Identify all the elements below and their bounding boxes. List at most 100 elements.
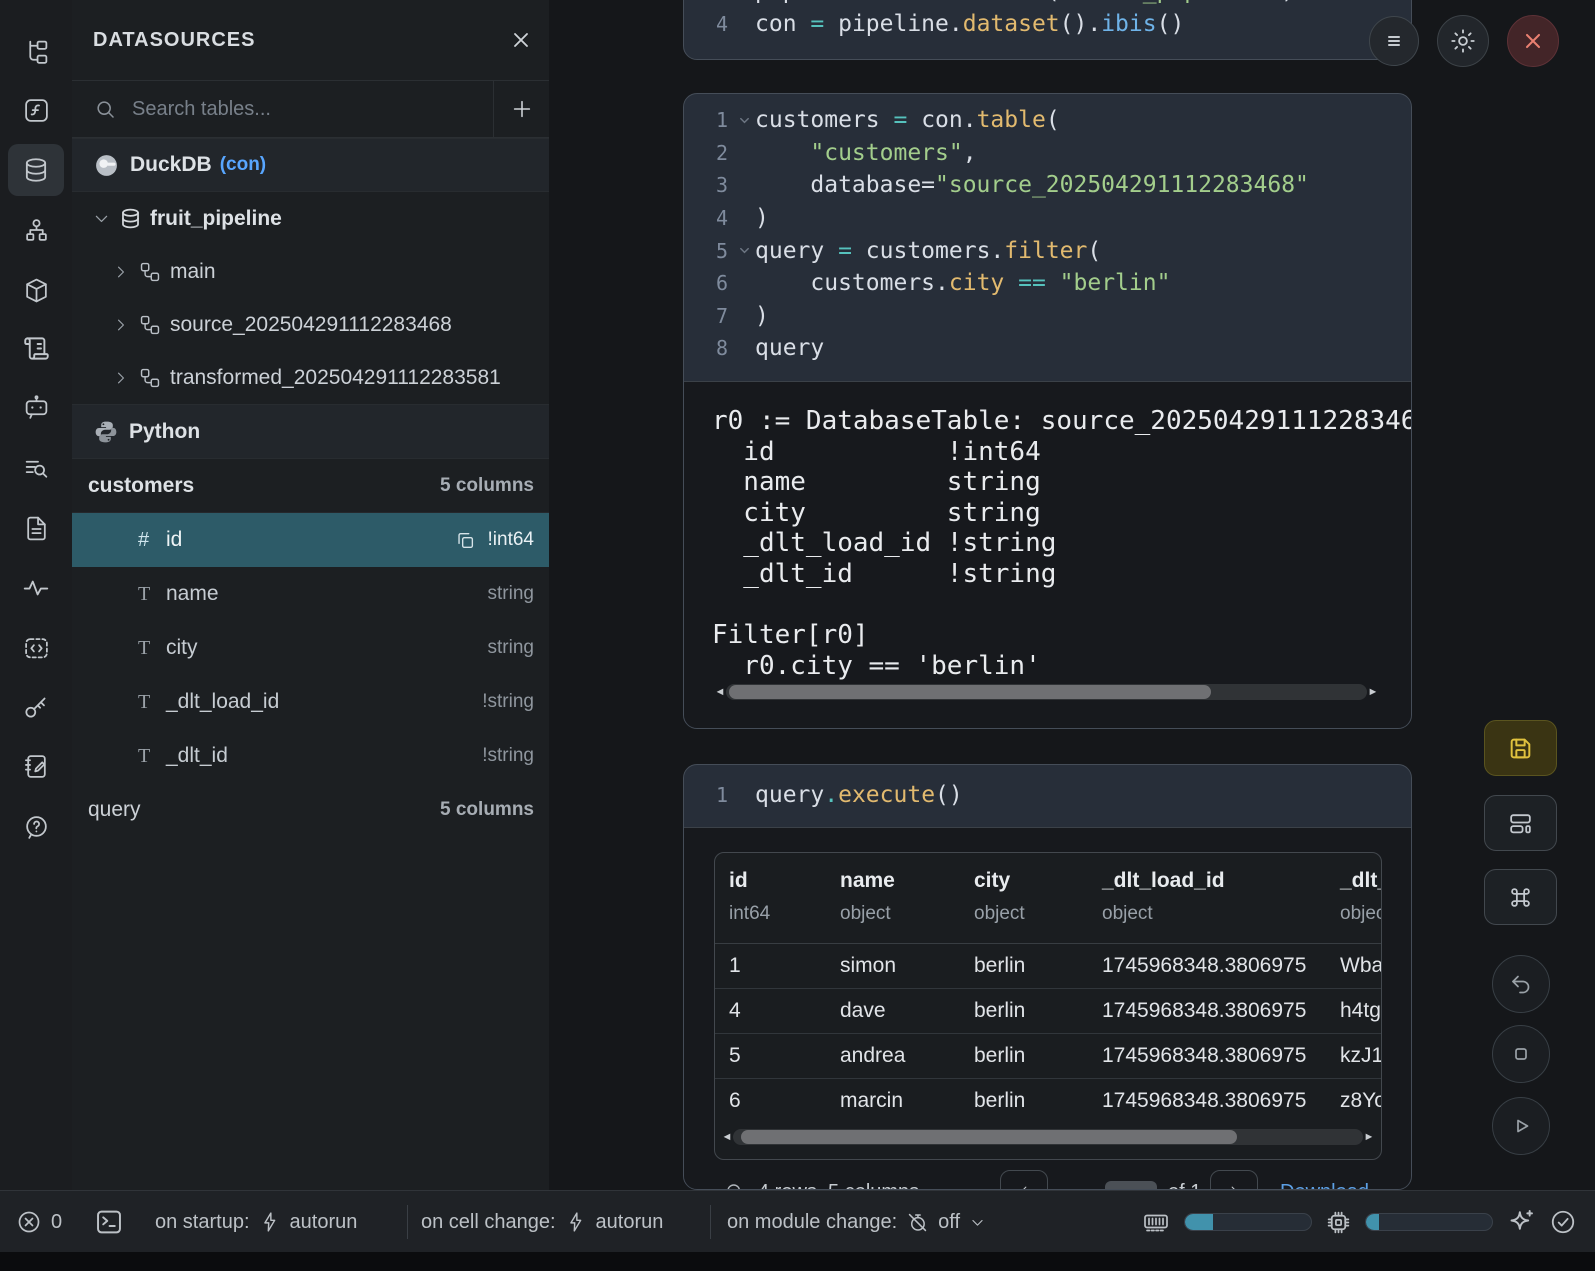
rail-item-snippets[interactable]	[8, 502, 64, 554]
notebook-pencil-icon	[23, 753, 50, 780]
shutdown-button[interactable]	[1507, 15, 1559, 67]
code-cell-1[interactable]: pipeline = dlt.attach("fruit_pipeline")4…	[683, 0, 1412, 60]
cell3-editor[interactable]: 1query.execute()	[684, 765, 1411, 812]
table-column-header-_dlt_id[interactable]: _dlt_idobject	[1326, 853, 1382, 943]
code-line[interactable]: 4con = pipeline.dataset().ibis()	[684, 8, 1411, 41]
output-hscrollbar[interactable]: ◄ ►	[714, 684, 1379, 700]
next-page-button[interactable]	[1210, 1170, 1258, 1190]
table-column-header-_dlt_load_id[interactable]: _dlt_load_idobject	[1088, 853, 1326, 943]
table-search-icon[interactable]	[724, 1170, 746, 1190]
fold-indicator[interactable]	[733, 114, 755, 127]
code-cell-3[interactable]: 1query.execute() idint64nameobjectcityob…	[683, 764, 1412, 1190]
scroll-right-arrow[interactable]: ►	[1367, 684, 1379, 700]
tree-item-schema[interactable]: source_202504291112283468	[72, 298, 549, 351]
on-cell-change-setting[interactable]: on cell change: autorun	[421, 1191, 663, 1253]
code-line[interactable]: 7)	[684, 300, 1411, 333]
search-box[interactable]	[72, 81, 493, 137]
cell-menu-button[interactable]	[1369, 16, 1419, 66]
connected-check-icon[interactable]	[1549, 1208, 1577, 1236]
column-row-id[interactable]: #id!int64	[72, 513, 549, 567]
code-line[interactable]: 1query.execute()	[684, 779, 1411, 812]
ai-sparkle-icon[interactable]	[1506, 1207, 1536, 1237]
cpu-meter[interactable]	[1365, 1213, 1493, 1231]
rail-item-code-cell[interactable]	[8, 622, 64, 674]
table-column-header-name[interactable]: nameobject	[826, 853, 960, 943]
page-size-select[interactable]	[1105, 1170, 1157, 1190]
rail-item-packages[interactable]	[8, 264, 64, 316]
on-startup-setting[interactable]: on startup: autorun	[155, 1191, 357, 1253]
code-line[interactable]: 6 customers.city == "berlin"	[684, 267, 1411, 300]
code-line[interactable]: 5query = customers.filter(	[684, 234, 1411, 267]
tree-item-database[interactable]: fruit_pipeline	[72, 192, 549, 245]
rail-item-tracing[interactable]	[8, 562, 64, 614]
command-palette-button[interactable]	[1484, 869, 1557, 925]
table-header-customers[interactable]: customers 5 columns	[72, 459, 549, 513]
code-text: "customers",	[755, 140, 977, 166]
table-header-query[interactable]: query 5 columns	[72, 783, 549, 836]
rail-item-ai-chat[interactable]	[8, 381, 64, 433]
scrollbar-track[interactable]	[726, 684, 1367, 700]
settings-button[interactable]	[1437, 15, 1489, 67]
section-python[interactable]: Python	[72, 404, 549, 459]
download-link[interactable]: Download	[1280, 1170, 1390, 1190]
table-cell: 1745968348.3806975	[1088, 1089, 1326, 1113]
chevron-right-icon[interactable]	[112, 263, 130, 281]
scroll-left-arrow[interactable]: ◄	[714, 684, 726, 700]
table-hscrollbar[interactable]: ◄ ►	[721, 1129, 1375, 1145]
rail-item-logs[interactable]	[8, 322, 64, 374]
code-line[interactable]: 4)	[684, 202, 1411, 235]
layout-grid-icon	[1507, 810, 1534, 837]
table-column-header-id[interactable]: idint64	[715, 853, 826, 943]
code-line[interactable]: 2 "customers",	[684, 137, 1411, 170]
column-row-city[interactable]: Tcitystring	[72, 621, 549, 675]
cell1-editor[interactable]: pipeline = dlt.attach("fruit_pipeline")4…	[684, 0, 1411, 40]
cell2-editor[interactable]: 1customers = con.table(2 "customers",3 d…	[684, 94, 1411, 365]
rail-item-help[interactable]	[8, 801, 64, 853]
code-line[interactable]: 8query	[684, 332, 1411, 365]
connection-row-duckdb[interactable]: DuckDB (con)	[72, 138, 549, 192]
rail-item-function[interactable]	[8, 84, 64, 136]
code-line[interactable]: pipeline = dlt.attach("fruit_pipeline")	[684, 0, 1411, 8]
rail-item-database[interactable]	[8, 144, 64, 196]
add-datasource-button[interactable]	[493, 81, 549, 137]
run-button[interactable]	[1492, 1097, 1550, 1155]
search-icon	[94, 98, 117, 121]
chevron-down-icon[interactable]	[92, 209, 111, 228]
rail-item-table-of-contents[interactable]	[8, 442, 64, 494]
table-column-header-city[interactable]: cityobject	[960, 853, 1088, 943]
fold-indicator[interactable]	[733, 244, 755, 257]
code-line[interactable]: 3 database="source_202504291112283468"	[684, 169, 1411, 202]
rail-item-dependencies[interactable]	[8, 204, 64, 256]
column-row-_dlt_load_id[interactable]: T_dlt_load_id!string	[72, 675, 549, 729]
copy-icon[interactable]	[455, 530, 476, 551]
scroll-left-arrow[interactable]: ◄	[721, 1129, 733, 1145]
column-row-_dlt_id[interactable]: T_dlt_id!string	[72, 729, 549, 783]
scrollbar-thumb[interactable]	[729, 685, 1211, 699]
tree-item-schema[interactable]: main	[72, 245, 549, 298]
scrollbar-track[interactable]	[733, 1129, 1363, 1145]
tree-item-schema[interactable]: transformed_202504291112283581	[72, 351, 549, 404]
search-input[interactable]	[130, 97, 434, 122]
chevron-right-icon[interactable]	[112, 316, 130, 334]
rail-item-secrets[interactable]	[8, 681, 64, 733]
prev-page-button[interactable]	[1000, 1170, 1048, 1190]
undo-button[interactable]	[1492, 955, 1550, 1013]
column-row-name[interactable]: Tnamestring	[72, 567, 549, 621]
error-indicator[interactable]: 0	[16, 1191, 62, 1253]
package-cube-icon	[23, 277, 50, 304]
rail-item-scratchpad[interactable]	[8, 740, 64, 792]
scroll-right-arrow[interactable]: ►	[1363, 1129, 1375, 1145]
memory-meter[interactable]	[1184, 1213, 1312, 1231]
code-line[interactable]: 1customers = con.table(	[684, 104, 1411, 137]
layout-toggle-button[interactable]	[1484, 795, 1557, 851]
stop-button[interactable]	[1492, 1025, 1550, 1083]
command-icon	[1507, 884, 1534, 911]
code-cell-2[interactable]: 1customers = con.table(2 "customers",3 d…	[683, 93, 1412, 729]
terminal-button[interactable]	[94, 1191, 124, 1253]
close-panel-icon[interactable]	[509, 28, 533, 52]
scrollbar-thumb[interactable]	[741, 1130, 1237, 1144]
save-button[interactable]	[1484, 720, 1557, 776]
rail-item-file-tree[interactable]	[8, 26, 64, 78]
on-module-change-setting[interactable]: on module change: off	[727, 1191, 986, 1253]
chevron-right-icon[interactable]	[112, 369, 130, 387]
